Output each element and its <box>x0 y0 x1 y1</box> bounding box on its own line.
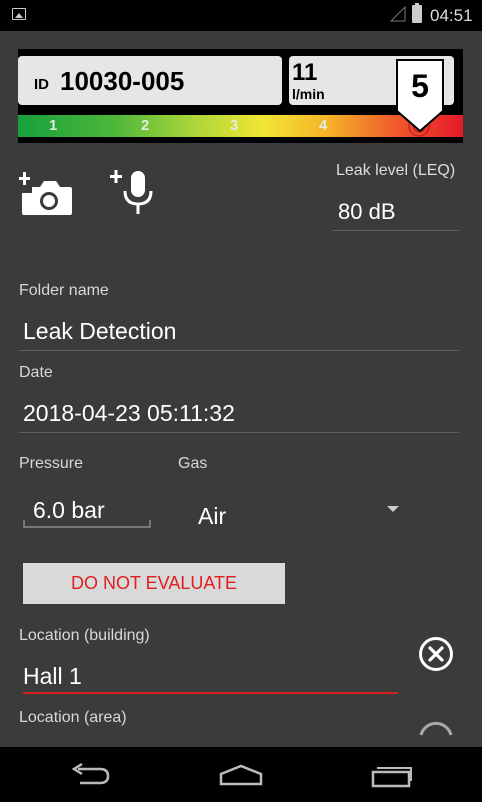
scale-label-3: 3 <box>230 117 239 134</box>
scale-label-4: 4 <box>319 117 328 134</box>
do-not-evaluate-button[interactable]: DO NOT EVALUATE <box>23 563 285 604</box>
id-box: ID 10030-005 <box>18 56 282 105</box>
location-area-label: Location (area) <box>19 709 127 726</box>
main-content: ID 10030-005 11 l/min 1 2 3 4 5 Leak lev… <box>0 31 482 747</box>
date-label: Date <box>19 364 53 381</box>
location-building-field[interactable]: Hall 1 <box>23 663 82 690</box>
gallery-icon <box>12 8 26 20</box>
flow-value: 11 <box>292 59 318 86</box>
location-building-underline <box>23 692 398 694</box>
gas-label: Gas <box>178 455 208 472</box>
scale-label-2: 2 <box>141 117 150 134</box>
back-icon[interactable] <box>68 763 112 787</box>
battery-icon <box>412 3 422 23</box>
clear-icon[interactable] <box>418 636 454 672</box>
add-photo-icon[interactable] <box>18 171 74 217</box>
pressure-label: Pressure <box>19 455 84 472</box>
leak-level-underline <box>332 230 459 231</box>
leak-level-label: Leak level (LEQ) <box>336 162 456 179</box>
home-icon[interactable] <box>218 763 264 787</box>
id-value: 10030-005 <box>60 66 185 96</box>
navigation-bar <box>0 747 482 802</box>
id-prefix: ID <box>34 76 49 93</box>
flow-unit: l/min <box>292 86 325 102</box>
status-time: 04:51 <box>430 6 473 25</box>
scale-label-1: 1 <box>49 117 58 134</box>
leak-level-value: 80 dB <box>338 199 396 224</box>
add-voice-icon[interactable] <box>108 167 160 217</box>
status-bar: 04:51 <box>0 0 482 31</box>
grade-value: 5 <box>411 68 429 104</box>
folder-name-label: Folder name <box>19 282 109 299</box>
location-building-label: Location (building) <box>19 627 150 644</box>
gas-select[interactable]: Air <box>198 503 226 530</box>
recent-apps-icon[interactable] <box>370 763 414 789</box>
date-field[interactable]: 2018-04-23 05:11:32 <box>23 400 235 427</box>
grade-badge: 5 <box>396 59 444 133</box>
clear-icon-partial[interactable] <box>418 717 454 747</box>
pressure-underline <box>23 520 151 528</box>
signal-icon <box>390 6 406 22</box>
gas-dropdown-arrow-icon[interactable] <box>387 506 399 512</box>
folder-name-underline <box>19 350 459 351</box>
date-underline <box>19 432 459 433</box>
folder-name-field[interactable]: Leak Detection <box>23 318 176 345</box>
